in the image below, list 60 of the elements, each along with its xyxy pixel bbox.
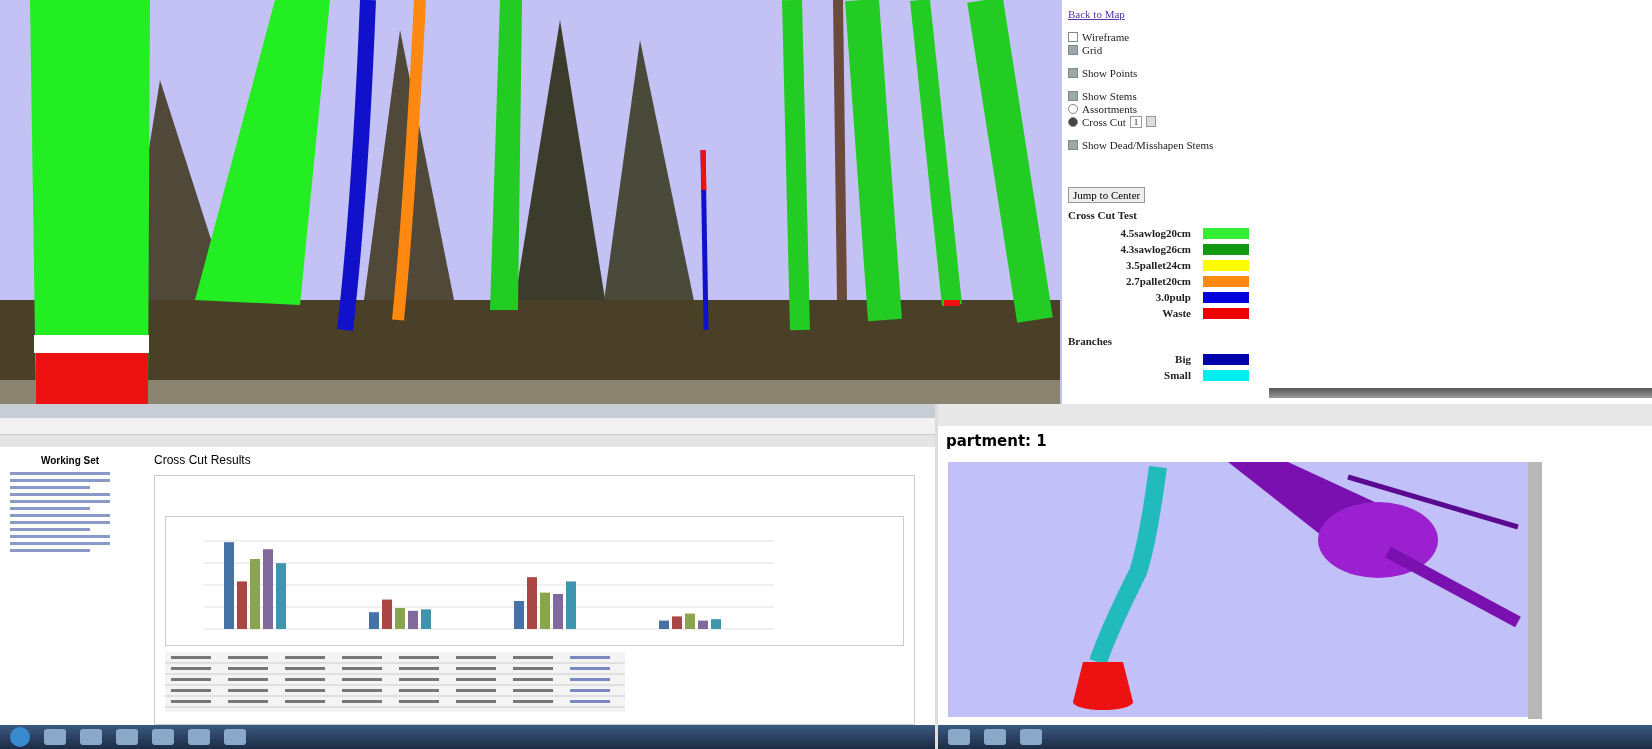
option-label: Wireframe — [1082, 30, 1130, 43]
legend-label: Waste — [1162, 307, 1191, 319]
taskbar-icon[interactable] — [1020, 729, 1042, 745]
radio-button[interactable] — [1068, 103, 1078, 114]
scrollbar[interactable] — [1528, 462, 1542, 719]
option-label: Show Stems — [1082, 89, 1137, 102]
checkbox[interactable] — [1068, 139, 1078, 150]
legend-label: 4.3sawlog26cm — [1120, 243, 1191, 255]
address-bar[interactable] — [0, 418, 935, 435]
chart-bar — [553, 594, 563, 629]
chart-bar — [382, 599, 392, 629]
legend-label: Small — [1164, 369, 1191, 381]
chart-bar — [250, 559, 260, 629]
taskbar-icon[interactable] — [44, 729, 66, 745]
checkbox[interactable] — [1068, 44, 1078, 55]
taskbar-icon[interactable] — [152, 729, 174, 745]
chart-bar — [698, 620, 708, 629]
jump-to-center-button[interactable]: Jump to Center — [1068, 187, 1146, 203]
number-dropdown[interactable]: 1 — [1129, 115, 1143, 128]
chart-bar — [540, 592, 550, 629]
legend-title: Cross Cut Test — [1068, 209, 1138, 221]
chart-bar — [408, 610, 418, 629]
chart-bar — [685, 613, 695, 629]
checkbox[interactable] — [1068, 31, 1078, 42]
start-button-icon[interactable] — [10, 727, 30, 747]
taskbar-icon[interactable] — [188, 729, 210, 745]
legend-label: 2.7pallet20cm — [1125, 275, 1191, 287]
taskbar-icon[interactable] — [116, 729, 138, 745]
checkbox[interactable] — [1068, 90, 1078, 101]
taskbar-icon[interactable] — [224, 729, 246, 745]
option-label: Show Points — [1082, 66, 1138, 79]
legend-title: Branches — [1068, 335, 1113, 347]
option-label: Assortments — [1082, 102, 1137, 115]
chart-bar — [527, 577, 537, 629]
legend-label: Big — [1175, 353, 1191, 365]
chart-bar — [369, 612, 379, 629]
legend-label: 3.0pulp — [1155, 291, 1191, 303]
chart-bar — [566, 581, 576, 629]
taskbar-icon[interactable] — [948, 729, 970, 745]
legend-label: 3.5pallet24cm — [1125, 259, 1191, 271]
chart-bar — [672, 616, 682, 629]
chart-bar — [711, 619, 721, 629]
option-label: Show Dead/Misshapen Stems — [1082, 138, 1214, 151]
chart-bar — [237, 581, 247, 629]
radio-button[interactable] — [1068, 116, 1078, 127]
page-title: Cross Cut Results — [154, 453, 252, 467]
sidebar-title: Working Set — [39, 455, 101, 466]
chart-bar — [276, 563, 286, 629]
chart-bar — [659, 620, 669, 629]
option-label: Cross Cut — [1082, 115, 1126, 128]
option-label: Grid — [1082, 43, 1103, 56]
taskbar-icon[interactable] — [984, 729, 1006, 745]
taskbar-icon[interactable] — [80, 729, 102, 745]
checkbox[interactable] — [1068, 67, 1078, 78]
chart-bar — [514, 601, 524, 629]
page-heading: partment: 1 — [945, 431, 1048, 452]
legend-label: 4.5sawlog20cm — [1120, 227, 1191, 239]
chart-bar — [421, 609, 431, 629]
back-to-map-link[interactable]: Back to Map — [1068, 8, 1125, 20]
chart-bar — [395, 608, 405, 629]
